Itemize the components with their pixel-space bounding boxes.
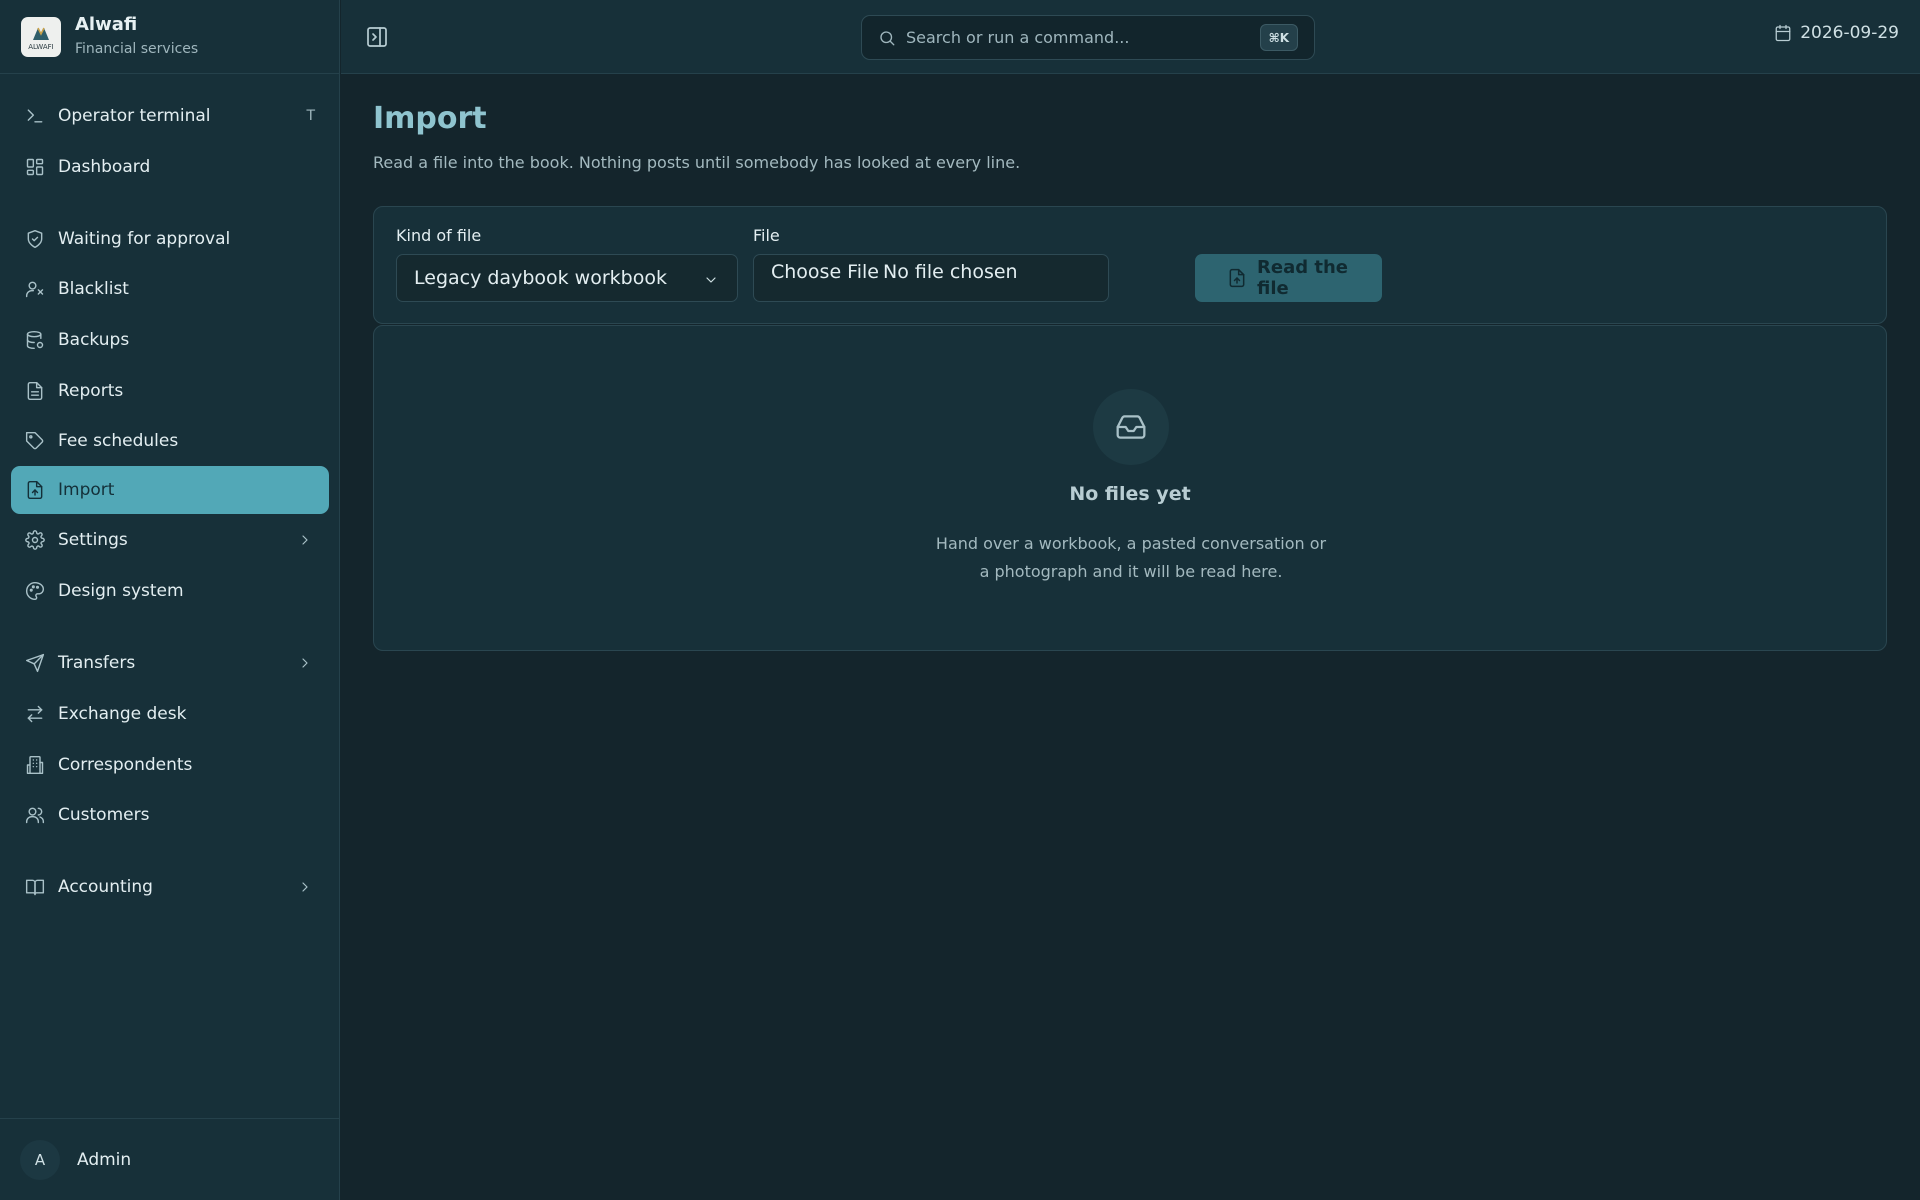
brand-logo: ALWAFI bbox=[21, 16, 61, 57]
sidebar-item-settings[interactable]: Settings bbox=[11, 516, 329, 564]
building-icon bbox=[24, 754, 46, 776]
sidebar-item-label: Dashboard bbox=[58, 157, 151, 177]
sidebar-item-label: Settings bbox=[58, 530, 128, 550]
user-x-icon bbox=[24, 278, 46, 300]
date-text: 2026-09-29 bbox=[1800, 23, 1899, 43]
sidebar-item-backups[interactable]: Backups bbox=[11, 316, 329, 364]
sidebar-item-exchange-desk[interactable]: Exchange desk bbox=[11, 690, 329, 738]
tag-icon bbox=[24, 430, 46, 452]
chevron-down-icon bbox=[703, 271, 719, 287]
sidebar-item-accounting[interactable]: Accounting bbox=[11, 863, 329, 911]
send-icon bbox=[24, 652, 46, 674]
file-label: File bbox=[753, 226, 780, 245]
chevron-right-icon bbox=[297, 532, 313, 548]
kind-of-file-value: Legacy daybook workbook bbox=[414, 267, 667, 289]
kind-of-file-select[interactable]: Legacy daybook workbook bbox=[396, 254, 738, 302]
search-input[interactable] bbox=[906, 28, 1246, 47]
read-file-button[interactable]: Read the file bbox=[1195, 254, 1382, 302]
sidebar-toggle-icon[interactable] bbox=[365, 25, 389, 49]
empty-state-text: Hand over a workbook, a pasted conversat… bbox=[935, 534, 1327, 581]
sidebar-item-label: Import bbox=[58, 480, 115, 500]
sidebar-item-import[interactable]: Import bbox=[11, 466, 329, 514]
chevron-right-icon bbox=[297, 655, 313, 671]
kind-of-file-label: Kind of file bbox=[396, 226, 482, 245]
sidebar-item-label: Transfers bbox=[58, 653, 136, 673]
terminal-icon bbox=[24, 105, 46, 127]
sidebar-item-design-system[interactable]: Design system bbox=[11, 567, 329, 615]
inbox-icon bbox=[1093, 389, 1169, 465]
chevron-right-icon bbox=[297, 879, 313, 895]
brand[interactable]: ALWAFI Alwafi Financial services bbox=[0, 0, 339, 74]
file-input[interactable]: Choose File No file chosen bbox=[753, 254, 1109, 302]
file-upload-icon bbox=[1227, 268, 1247, 288]
sidebar-item-customers[interactable]: Customers bbox=[11, 791, 329, 839]
empty-state-title: No files yet bbox=[1069, 483, 1191, 505]
shortcut-hint: T bbox=[306, 108, 315, 124]
user-menu[interactable]: A Admin bbox=[0, 1118, 340, 1200]
arrows-exchange-icon bbox=[24, 703, 46, 725]
sidebar-item-fee-schedules[interactable]: Fee schedules bbox=[11, 417, 329, 465]
gear-icon bbox=[24, 529, 46, 551]
sidebar-item-label: Reports bbox=[58, 381, 124, 401]
sidebar-item-operator-terminal[interactable]: Operator terminal T bbox=[11, 92, 329, 140]
empty-state: No files yet Hand over a workbook, a pas… bbox=[373, 325, 1887, 651]
sidebar-item-label: Blacklist bbox=[58, 279, 129, 299]
brand-name: Alwafi bbox=[75, 14, 138, 35]
search-shortcut-badge: ⌘K bbox=[1259, 24, 1298, 51]
sidebar-item-label: Operator terminal bbox=[58, 106, 211, 126]
dashboard-icon bbox=[24, 156, 46, 178]
sidebar-item-label: Design system bbox=[58, 581, 184, 601]
top-bar: ⌘K 2026-09-29 bbox=[341, 0, 1920, 74]
file-text-icon bbox=[24, 380, 46, 402]
current-date[interactable]: 2026-09-29 bbox=[1766, 23, 1899, 43]
sidebar-item-label: Waiting for approval bbox=[58, 229, 231, 249]
database-backup-icon bbox=[24, 329, 46, 351]
sidebar-item-label: Accounting bbox=[58, 877, 153, 897]
main-content: Import Read a file into the book. Nothin… bbox=[341, 75, 1920, 1200]
search-icon bbox=[878, 29, 896, 47]
logo-mark-icon bbox=[33, 27, 49, 40]
users-icon bbox=[24, 804, 46, 826]
file-status: No file chosen bbox=[882, 261, 1018, 283]
palette-icon bbox=[24, 580, 46, 602]
sidebar-item-dashboard[interactable]: Dashboard bbox=[11, 143, 329, 191]
sidebar-item-waiting-for-approval[interactable]: Waiting for approval bbox=[11, 215, 329, 263]
command-search[interactable]: ⌘K bbox=[861, 15, 1315, 60]
calendar-icon bbox=[1774, 24, 1792, 42]
user-name: Admin bbox=[77, 1149, 132, 1170]
sidebar-item-transfers[interactable]: Transfers bbox=[11, 639, 329, 687]
sidebar-item-correspondents[interactable]: Correspondents bbox=[11, 741, 329, 789]
brand-subtitle: Financial services bbox=[75, 41, 199, 57]
avatar: A bbox=[20, 1139, 60, 1180]
sidebar-item-label: Backups bbox=[58, 330, 130, 350]
sidebar: ALWAFI Alwafi Financial services Operato… bbox=[0, 0, 340, 1200]
import-form: Kind of file Legacy daybook workbook Fil… bbox=[373, 206, 1887, 324]
file-upload-icon bbox=[24, 479, 46, 501]
sidebar-item-label: Customers bbox=[58, 805, 150, 825]
sidebar-item-label: Correspondents bbox=[58, 755, 193, 775]
page-description: Read a file into the book. Nothing posts… bbox=[373, 153, 1021, 172]
logo-word: ALWAFI bbox=[28, 42, 54, 51]
shield-check-icon bbox=[24, 228, 46, 250]
sidebar-item-label: Exchange desk bbox=[58, 704, 187, 724]
read-file-label: Read the file bbox=[1257, 257, 1348, 299]
page-title: Import bbox=[373, 101, 487, 136]
sidebar-item-blacklist[interactable]: Blacklist bbox=[11, 265, 329, 313]
book-icon bbox=[24, 876, 46, 898]
choose-file-button[interactable]: Choose File bbox=[771, 261, 879, 283]
sidebar-item-label: Fee schedules bbox=[58, 431, 179, 451]
sidebar-item-reports[interactable]: Reports bbox=[11, 367, 329, 415]
